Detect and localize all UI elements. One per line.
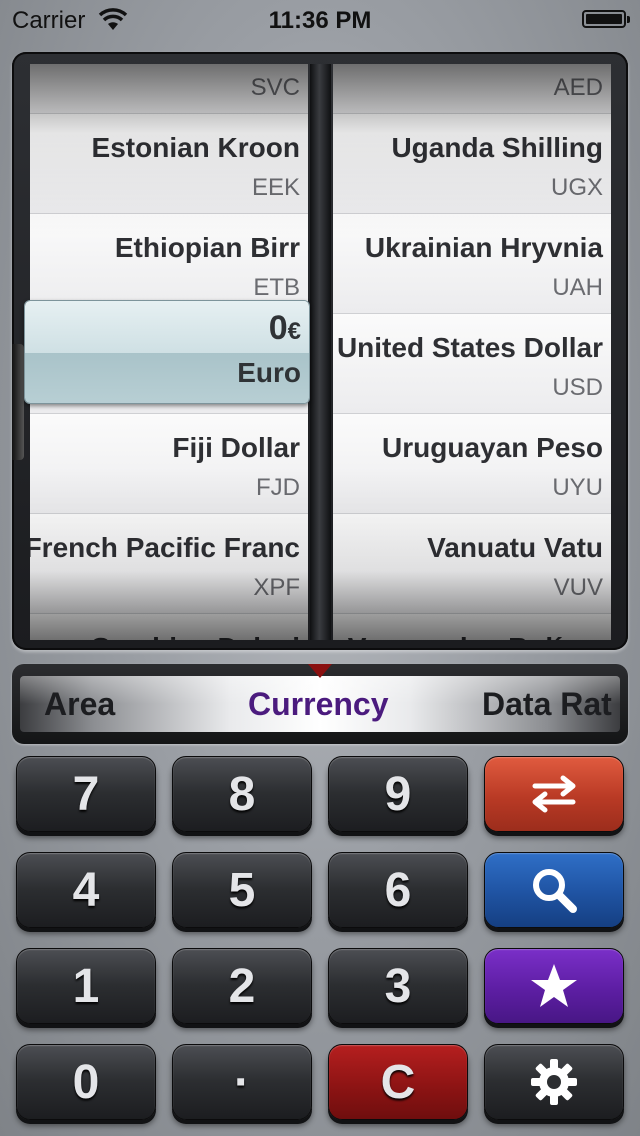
currency-name: Uruguayan Peso [382, 432, 603, 463]
currency-code: SVC [250, 74, 300, 101]
currency-code: UGX [550, 174, 603, 201]
key-2[interactable]: 2 [172, 948, 312, 1024]
category-pointer [308, 664, 332, 678]
clear-button[interactable]: C [328, 1044, 468, 1120]
currency-code: EEK [251, 174, 300, 201]
search-button[interactable] [484, 852, 624, 928]
currency-name: Uganda Shilling [391, 132, 603, 163]
list-item[interactable]: United States Dollar USD [333, 314, 611, 414]
category-strip[interactable]: Area Currency Data Rat [20, 676, 620, 732]
currency-code: FJD [256, 474, 300, 501]
search-icon [533, 869, 577, 913]
key-6[interactable]: 6 [328, 852, 468, 928]
list-item[interactable]: Fiji Dollar FJD [30, 414, 308, 514]
currency-symbol: € [287, 318, 301, 345]
key-9[interactable]: 9 [328, 756, 468, 832]
currency-code: VUV [553, 574, 603, 601]
category-data-rate[interactable]: Data Rat [482, 686, 612, 723]
key-3[interactable]: 3 [328, 948, 468, 1024]
list-item[interactable]: Gambian Dalasi [30, 614, 308, 640]
currency-code: XPF [253, 574, 300, 601]
currency-name: Ukrainian Hryvnia [364, 232, 603, 263]
favorite-button[interactable] [484, 948, 624, 1024]
list-item[interactable]: Venezuelan Bolívar [333, 614, 611, 640]
list-item[interactable]: SVC [30, 64, 308, 114]
category-currency[interactable]: Currency [248, 686, 389, 723]
target-currency-wheel[interactable]: AED Uganda Shilling UGX Ukrainian Hryvni… [333, 64, 611, 640]
selected-value-box[interactable]: 0€ Euro [24, 300, 310, 404]
amount-value: 0 [268, 309, 288, 347]
list-item[interactable]: Uruguayan Peso UYU [333, 414, 611, 514]
key-8[interactable]: 8 [172, 756, 312, 832]
settings-button[interactable] [484, 1044, 624, 1120]
currency-name: Fiji Dollar [172, 432, 300, 463]
selection-handle [12, 344, 24, 460]
key-4[interactable]: 4 [16, 852, 156, 928]
currency-code: AED [553, 74, 603, 101]
star-icon [531, 964, 577, 1007]
list-item[interactable]: French Pacific Franc XPF [30, 514, 308, 614]
key-1[interactable]: 1 [16, 948, 156, 1024]
currency-name: French Pacific Franc [30, 532, 300, 563]
currency-name: Vanuatu Vatu [427, 532, 603, 563]
list-item[interactable]: Ukrainian Hryvnia UAH [333, 214, 611, 314]
status-bar: Carrier 11:36 PM [0, 0, 640, 40]
currency-name: Venezuelan Bolívar [348, 632, 603, 640]
currency-code: UAH [552, 274, 603, 301]
list-item[interactable]: Estonian Kroon EEK [30, 114, 308, 214]
gear-icon [531, 1059, 577, 1105]
category-area[interactable]: Area [44, 686, 115, 723]
key-7[interactable]: 7 [16, 756, 156, 832]
currency-code: UYU [552, 474, 603, 501]
list-item[interactable]: Ethiopian Birr ETB [30, 214, 308, 314]
battery-icon [582, 10, 630, 28]
currency-code: ETB [253, 274, 300, 301]
currency-name: Ethiopian Birr [114, 232, 300, 263]
list-item[interactable]: Uganda Shilling UGX [333, 114, 611, 214]
currency-code: USD [552, 374, 603, 401]
currency-name: Estonian Kroon [91, 132, 300, 163]
key-0[interactable]: 0 [16, 1044, 156, 1120]
swap-arrows-icon [532, 775, 576, 813]
clock: 11:36 PM [268, 7, 372, 34]
decimal-point-key[interactable]: · [172, 1044, 312, 1120]
list-item[interactable]: AED [333, 64, 611, 114]
currency-name: Gambian Dalasi [90, 632, 300, 640]
currency-picker[interactable]: SVC Estonian Kroon EEK Ethiopian Birr ET… [12, 52, 628, 650]
key-5[interactable]: 5 [172, 852, 312, 928]
wheel-divider [310, 64, 331, 640]
swap-button[interactable] [484, 756, 624, 832]
selected-unit: Euro [237, 357, 301, 388]
list-item[interactable]: Vanuatu Vatu VUV [333, 514, 611, 614]
amount-display: 0€ [269, 309, 301, 348]
currency-name: United States Dollar [336, 332, 603, 363]
